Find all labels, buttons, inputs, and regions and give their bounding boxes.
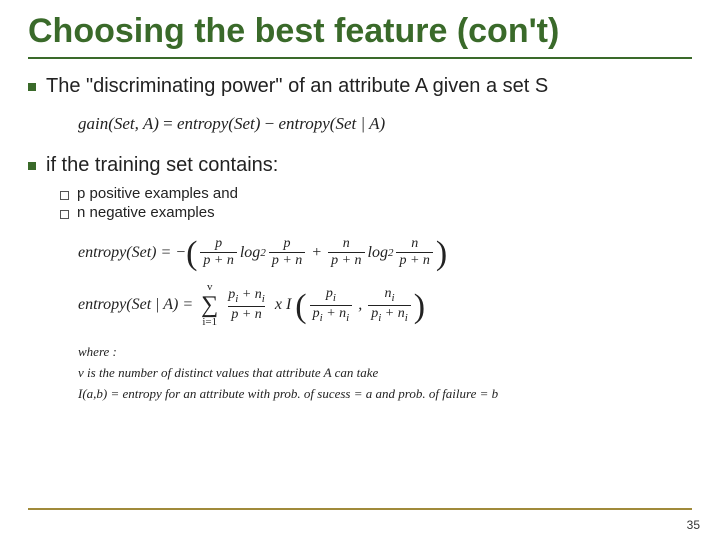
page-number: 35 xyxy=(687,518,700,532)
entropy-set-equation: entropy(Set) = − ( pp + n log2 pp + n + … xyxy=(78,237,692,268)
equals: = xyxy=(163,114,173,133)
sub-bullet-2: n negative examples xyxy=(60,204,692,221)
rparen-icon: ) xyxy=(436,239,447,270)
bullet-square-icon xyxy=(28,162,36,170)
comma: , xyxy=(358,296,362,314)
rparen-icon: ) xyxy=(414,292,425,323)
fraction: pp + n xyxy=(269,237,305,268)
minus: − xyxy=(265,114,275,133)
equals: = xyxy=(182,296,193,314)
log: log xyxy=(240,244,260,262)
entropy-formula-block: entropy(Set) = − ( pp + n log2 pp + n + … xyxy=(78,237,692,328)
entropy-cond-equation: entropy(Set | A) = v ∑ i=1 pi + ni p + n… xyxy=(78,282,692,328)
where-line: I(a,b) = entropy for an attribute with p… xyxy=(78,384,692,405)
neg: − xyxy=(175,244,186,262)
where-block: where : v is the number of distinct valu… xyxy=(78,342,692,404)
fraction: pp + n xyxy=(200,237,236,268)
bullet-item-1: The "discriminating power" of an attribu… xyxy=(28,73,692,100)
sub-bullet-text: p positive examples and xyxy=(77,185,238,202)
fraction: ni pi + ni xyxy=(368,287,411,324)
lparen-icon: ( xyxy=(295,292,306,323)
fraction: np + n xyxy=(328,237,364,268)
bullet-hollow-square-icon xyxy=(60,210,69,219)
fraction: pi + ni p + n xyxy=(225,288,268,322)
content-area: The "discriminating power" of an attribu… xyxy=(28,63,692,404)
slide-title: Choosing the best feature (con't) xyxy=(28,12,692,59)
bullet-text: if the training set contains: xyxy=(46,152,278,179)
bullet-square-icon xyxy=(28,83,36,91)
fraction: np + n xyxy=(396,237,432,268)
bottom-divider xyxy=(28,508,692,510)
slide: Choosing the best feature (con't) The "d… xyxy=(0,0,720,540)
log: log xyxy=(368,244,388,262)
plus: + xyxy=(311,244,322,262)
where-line: v is the number of distinct values that … xyxy=(78,363,692,384)
fraction: pi pi + ni xyxy=(310,287,353,324)
lparen-icon: ( xyxy=(186,239,197,270)
bullet-text: The "discriminating power" of an attribu… xyxy=(46,73,548,100)
lhs-label: entropy(Set | A) xyxy=(78,296,178,314)
bullet-hollow-square-icon xyxy=(60,191,69,200)
lhs-label: entropy(Set) xyxy=(78,244,156,262)
bullet-item-2: if the training set contains: xyxy=(28,152,692,179)
gain-formula: gain(Set, A) = entropy(Set) − entropy(Se… xyxy=(78,114,692,134)
where-label: where : xyxy=(78,342,692,363)
sub2: 2 xyxy=(388,247,394,259)
sub-bullet-text: n negative examples xyxy=(77,204,215,221)
equals: = xyxy=(160,244,171,262)
gain-lhs: gain(Set, A) xyxy=(78,114,159,133)
sub-bullet-1: p positive examples and xyxy=(60,185,692,202)
entropy-set-cond: entropy(Set | A) xyxy=(278,114,385,133)
sub2: 2 xyxy=(260,247,266,259)
entropy-set: entropy(Set) xyxy=(177,114,260,133)
times-I: x I xyxy=(275,296,291,314)
summation: v ∑ i=1 xyxy=(201,282,218,328)
